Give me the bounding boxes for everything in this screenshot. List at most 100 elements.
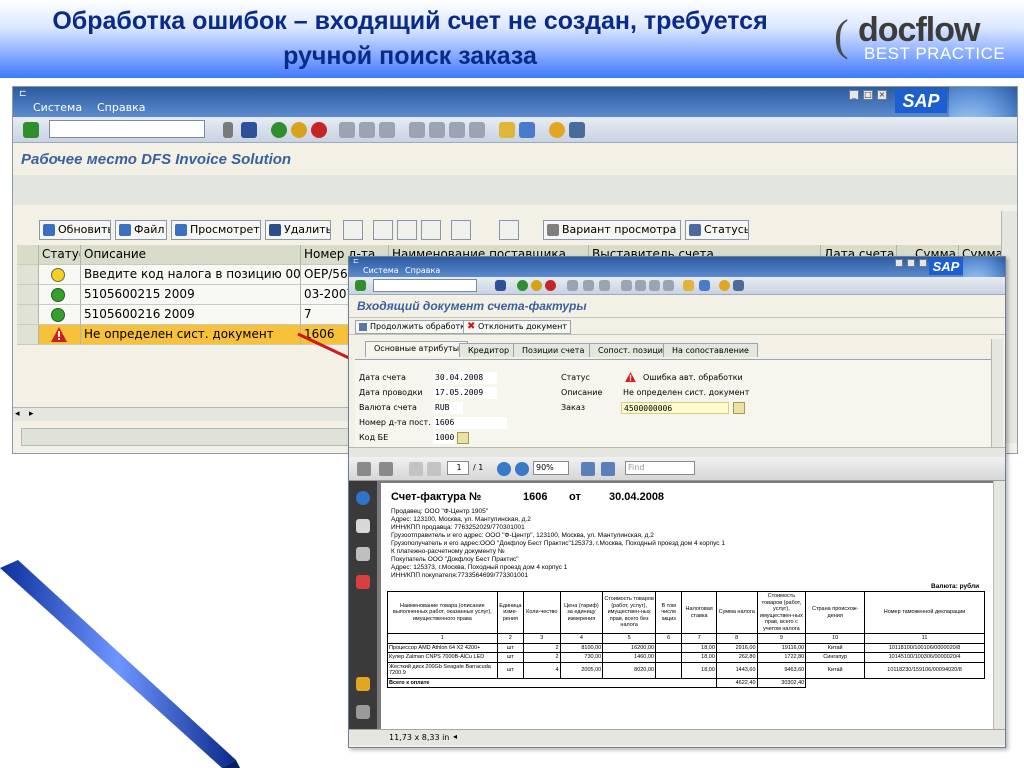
cancel-icon[interactable] bbox=[311, 122, 327, 138]
last-page-icon[interactable] bbox=[469, 122, 485, 138]
command-field[interactable] bbox=[49, 120, 205, 138]
save-icon[interactable] bbox=[495, 280, 506, 291]
scroll-right-icon[interactable]: ▸ bbox=[29, 409, 34, 419]
info-icon[interactable] bbox=[356, 491, 370, 505]
back-icon[interactable] bbox=[517, 280, 528, 291]
select-all-icon[interactable] bbox=[17, 245, 39, 265]
fit-page-icon[interactable] bbox=[601, 462, 615, 476]
zoom-out-icon[interactable] bbox=[497, 462, 511, 476]
enter-icon[interactable] bbox=[355, 280, 366, 291]
layout-menu-icon[interactable] bbox=[569, 122, 585, 138]
page-up-icon[interactable] bbox=[409, 462, 423, 476]
print-icon[interactable] bbox=[357, 462, 371, 476]
file-button[interactable]: Файл bbox=[115, 220, 167, 240]
posting-date-field[interactable]: 17.05.2009 bbox=[433, 387, 497, 399]
filter-icon[interactable] bbox=[451, 220, 471, 240]
shortcut-icon[interactable] bbox=[699, 280, 710, 291]
currency-field[interactable]: RUB bbox=[433, 402, 463, 414]
row-selector[interactable] bbox=[17, 265, 39, 285]
save-icon[interactable] bbox=[241, 122, 257, 138]
save-icon[interactable] bbox=[379, 462, 393, 476]
export-icon[interactable] bbox=[499, 220, 519, 240]
grid-horizontal-scrollbar[interactable]: ◂ ▸ bbox=[13, 407, 358, 421]
new-session-icon[interactable] bbox=[683, 280, 694, 291]
delete-button[interactable]: Удалить bbox=[265, 220, 331, 240]
close-icon[interactable]: × bbox=[877, 90, 887, 100]
back-icon[interactable] bbox=[271, 122, 287, 138]
maximize-icon[interactable] bbox=[907, 259, 915, 267]
details-icon[interactable] bbox=[343, 220, 363, 240]
print-list-icon[interactable] bbox=[373, 220, 393, 240]
close-icon[interactable] bbox=[919, 259, 927, 267]
next-page-icon[interactable] bbox=[649, 280, 660, 291]
refresh-button[interactable]: Обновить bbox=[39, 220, 111, 240]
menu-system[interactable]: Система bbox=[33, 101, 82, 114]
scroll-left-icon[interactable]: ◂ bbox=[453, 732, 457, 741]
find-next-icon[interactable] bbox=[379, 122, 395, 138]
row-selector[interactable] bbox=[17, 325, 39, 345]
next-page-icon[interactable] bbox=[449, 122, 465, 138]
zoom-in-icon[interactable] bbox=[515, 462, 529, 476]
print-icon[interactable] bbox=[567, 280, 578, 291]
find-icon[interactable] bbox=[359, 122, 375, 138]
exit-icon[interactable] bbox=[291, 122, 307, 138]
previous-page-icon[interactable] bbox=[429, 122, 445, 138]
enter-icon[interactable] bbox=[23, 122, 39, 138]
form-vertical-scrollbar[interactable] bbox=[991, 339, 1003, 449]
help-icon[interactable] bbox=[719, 280, 730, 291]
col-status[interactable]: Статус bbox=[39, 245, 81, 265]
history-icon[interactable] bbox=[223, 122, 233, 138]
purchase-order-field[interactable]: 4500000006 bbox=[621, 402, 729, 414]
zoom-select[interactable]: 90% bbox=[533, 461, 569, 475]
tab-to-matching[interactable]: На сопоставление bbox=[663, 343, 758, 357]
row-selector[interactable] bbox=[17, 285, 39, 305]
tab-basic-attributes[interactable]: Основные атрибуты bbox=[365, 341, 469, 357]
minimize-icon[interactable]: _ bbox=[849, 90, 859, 100]
find-input[interactable]: Find bbox=[625, 461, 695, 475]
view-button[interactable]: Просмотреть bbox=[171, 220, 261, 240]
command-field[interactable] bbox=[373, 279, 477, 292]
row-selector[interactable] bbox=[17, 305, 39, 325]
page-down-icon[interactable] bbox=[427, 462, 441, 476]
tab-vendor[interactable]: Кредитор bbox=[459, 343, 519, 357]
new-session-icon[interactable] bbox=[499, 122, 515, 138]
layout-variant-button[interactable]: Вариант просмотра bbox=[543, 220, 681, 240]
attachments-icon[interactable] bbox=[356, 575, 370, 589]
reject-document-button[interactable]: ✖ Отклонить документ bbox=[463, 320, 571, 334]
company-code-search-help-icon[interactable] bbox=[457, 432, 469, 444]
page-number-input[interactable]: 1 bbox=[447, 461, 469, 475]
company-code-field[interactable]: 1000 bbox=[433, 432, 455, 444]
menu-system[interactable]: Система bbox=[363, 266, 399, 275]
form-horizontal-scrollbar[interactable] bbox=[349, 447, 1005, 457]
col-description[interactable]: Описание bbox=[81, 245, 301, 265]
print-icon[interactable] bbox=[339, 122, 355, 138]
vendor-doc-number-field[interactable]: 1606 bbox=[433, 417, 507, 429]
find-icon[interactable] bbox=[583, 280, 594, 291]
layout-menu-icon[interactable] bbox=[733, 280, 744, 291]
fit-width-icon[interactable] bbox=[581, 462, 595, 476]
comments-icon[interactable] bbox=[356, 677, 370, 691]
statuses-button[interactable]: Статусы bbox=[685, 220, 749, 240]
last-page-icon[interactable] bbox=[663, 280, 674, 291]
menu-help[interactable]: Справка bbox=[97, 101, 145, 114]
window-menu-icon[interactable]: ⊏ bbox=[353, 257, 359, 265]
minimize-icon[interactable] bbox=[895, 259, 903, 267]
paperclip-icon[interactable] bbox=[356, 705, 370, 719]
previous-page-icon[interactable] bbox=[635, 280, 646, 291]
shortcut-icon[interactable] bbox=[519, 122, 535, 138]
purchase-order-search-help-icon[interactable] bbox=[733, 402, 745, 414]
continue-processing-button[interactable]: Продолжить обработку bbox=[355, 320, 474, 334]
find-next-icon[interactable] bbox=[599, 280, 610, 291]
exit-icon[interactable] bbox=[531, 280, 542, 291]
first-page-icon[interactable] bbox=[409, 122, 425, 138]
window-menu-icon[interactable]: ⊏ bbox=[19, 89, 27, 99]
binoculars-icon[interactable] bbox=[356, 547, 370, 561]
maximize-icon[interactable]: □ bbox=[863, 90, 873, 100]
first-page-icon[interactable] bbox=[621, 280, 632, 291]
find-list-icon[interactable] bbox=[421, 220, 441, 240]
scroll-left-icon[interactable]: ◂ bbox=[15, 409, 20, 419]
invoice-date-field[interactable]: 30.04.2008 bbox=[433, 372, 497, 384]
help-icon[interactable] bbox=[549, 122, 565, 138]
tab-invoice-items[interactable]: Позиции счета bbox=[513, 343, 594, 357]
pdf-vertical-scrollbar[interactable] bbox=[993, 481, 1005, 729]
